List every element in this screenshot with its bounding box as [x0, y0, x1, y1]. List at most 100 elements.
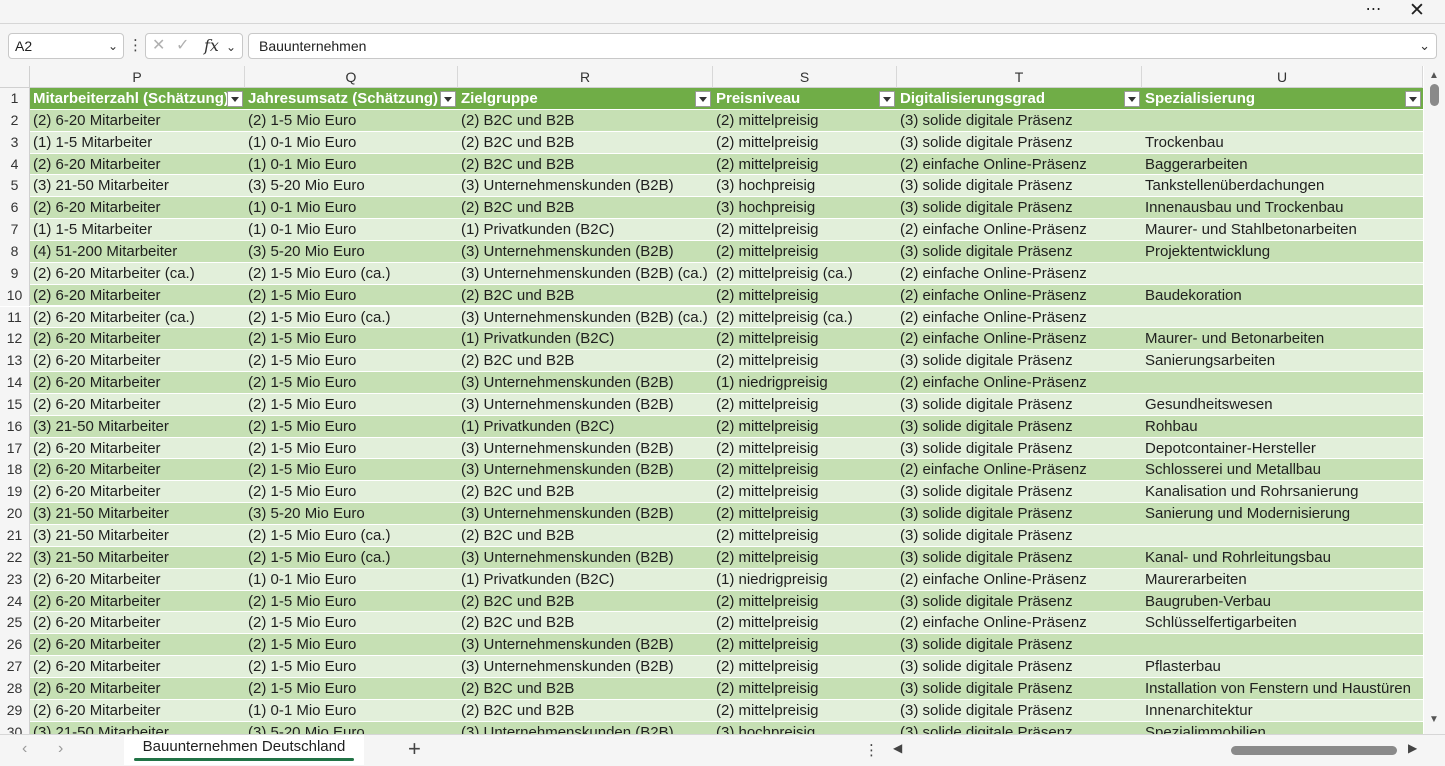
horizontal-scroll-thumb[interactable] — [1231, 746, 1397, 755]
table-cell[interactable]: (2) mittelpreisig — [713, 612, 897, 635]
table-cell[interactable] — [1142, 525, 1423, 547]
table-cell[interactable]: (2) 1-5 Mio Euro — [245, 350, 458, 373]
table-cell[interactable]: Spezialimmobilien — [1142, 721, 1423, 734]
table-cell[interactable]: (2) B2C und B2B — [458, 481, 713, 504]
table-cell[interactable]: (3) 5-20 Mio Euro — [245, 175, 458, 198]
table-cell[interactable]: (2) 6-20 Mitarbeiter — [30, 284, 245, 307]
table-header-cell[interactable]: Mitarbeiterzahl (Schätzung) — [30, 88, 245, 110]
table-cell[interactable]: (3) 21-50 Mitarbeiter — [30, 175, 245, 198]
row-number[interactable]: 19 — [0, 481, 30, 504]
table-cell[interactable]: (3) Unternehmenskunden (B2B) — [458, 721, 713, 734]
table-cell[interactable]: (2) B2C und B2B — [458, 131, 713, 154]
table-cell[interactable] — [1142, 634, 1423, 657]
table-cell[interactable]: (3) solide digitale Präsenz — [897, 131, 1142, 154]
expand-formula-chevron-icon[interactable]: ⌄ — [1419, 34, 1430, 58]
table-cell[interactable]: (2) 6-20 Mitarbeiter — [30, 153, 245, 176]
table-cell[interactable]: (2) mittelpreisig — [713, 481, 897, 504]
table-cell[interactable]: (2) mittelpreisig — [713, 153, 897, 176]
table-cell[interactable]: (2) mittelpreisig (ca.) — [713, 306, 897, 329]
table-cell[interactable]: (2) B2C und B2B — [458, 612, 713, 635]
table-cell[interactable]: (1) Privatkunden (B2C) — [458, 415, 713, 438]
table-cell[interactable]: Gesundheitswesen — [1142, 393, 1423, 416]
table-cell[interactable]: (3) Unternehmenskunden (B2B) — [458, 656, 713, 678]
table-cell[interactable]: (2) 6-20 Mitarbeiter — [30, 459, 245, 482]
insert-function-icon[interactable]: fx — [204, 36, 219, 56]
table-cell[interactable]: (2) mittelpreisig — [713, 131, 897, 154]
table-cell[interactable]: (3) solide digitale Präsenz — [897, 437, 1142, 460]
table-cell[interactable] — [1142, 372, 1423, 394]
table-cell[interactable]: (3) Unternehmenskunden (B2B) (ca.) — [458, 262, 713, 285]
table-cell[interactable]: (2) 1-5 Mio Euro — [245, 481, 458, 504]
table-cell[interactable]: (2) B2C und B2B — [458, 677, 713, 700]
table-cell[interactable]: (2) mittelpreisig — [713, 459, 897, 482]
table-cell[interactable]: (3) solide digitale Präsenz — [897, 721, 1142, 734]
table-cell[interactable]: (2) 6-20 Mitarbeiter — [30, 568, 245, 591]
cancel-entry-icon[interactable]: ✕ — [152, 36, 165, 56]
table-cell[interactable]: Rohbau — [1142, 415, 1423, 438]
table-cell[interactable]: (2) 1-5 Mio Euro — [245, 459, 458, 482]
table-cell[interactable]: (2) einfache Online-Präsenz — [897, 153, 1142, 176]
table-cell[interactable]: (3) Unternehmenskunden (B2B) — [458, 437, 713, 460]
table-cell[interactable]: (1) 1-5 Mitarbeiter — [30, 131, 245, 154]
table-cell[interactable]: (3) Unternehmenskunden (B2B) — [458, 393, 713, 416]
table-cell[interactable]: Maurerarbeiten — [1142, 568, 1423, 591]
table-cell[interactable]: (2) 1-5 Mio Euro — [245, 590, 458, 613]
table-cell[interactable]: (2) 6-20 Mitarbeiter — [30, 481, 245, 504]
table-cell[interactable]: (2) einfache Online-Präsenz — [897, 372, 1142, 394]
table-cell[interactable]: (3) solide digitale Präsenz — [897, 503, 1142, 525]
table-cell[interactable]: (2) mittelpreisig (ca.) — [713, 262, 897, 285]
table-cell[interactable] — [1142, 109, 1423, 132]
table-cell[interactable]: (2) einfache Online-Präsenz — [897, 262, 1142, 285]
table-cell[interactable]: (2) 1-5 Mio Euro — [245, 393, 458, 416]
table-cell[interactable]: Tankstellenüberdachungen — [1142, 175, 1423, 198]
scroll-up-icon[interactable]: ▲ — [1429, 70, 1439, 81]
table-cell[interactable]: (2) mittelpreisig — [713, 219, 897, 241]
table-cell[interactable]: (3) solide digitale Präsenz — [897, 525, 1142, 547]
table-cell[interactable]: Installation von Fenstern und Haustüren — [1142, 677, 1423, 700]
table-cell[interactable]: (2) mittelpreisig — [713, 590, 897, 613]
table-header-cell[interactable]: Preisniveau — [713, 88, 897, 110]
column-header-p[interactable]: P — [30, 66, 245, 88]
table-cell[interactable]: (2) mittelpreisig — [713, 437, 897, 460]
filter-dropdown-icon[interactable] — [1405, 91, 1421, 107]
sheet-tab-active[interactable]: Bauunternehmen Deutschland — [124, 735, 364, 765]
table-cell[interactable]: (2) 1-5 Mio Euro — [245, 284, 458, 307]
table-cell[interactable]: (3) solide digitale Präsenz — [897, 481, 1142, 504]
table-cell[interactable]: (2) mittelpreisig — [713, 656, 897, 678]
table-cell[interactable]: (3) solide digitale Präsenz — [897, 109, 1142, 132]
next-sheet-icon[interactable]: › — [58, 740, 63, 758]
row-number[interactable]: 18 — [0, 459, 30, 482]
table-cell[interactable]: Innenausbau und Trockenbau — [1142, 197, 1423, 220]
row-number[interactable]: 13 — [0, 350, 30, 373]
row-number[interactable]: 17 — [0, 437, 30, 460]
table-cell[interactable]: (2) B2C und B2B — [458, 109, 713, 132]
row-number[interactable]: 2 — [0, 109, 30, 132]
table-cell[interactable]: (3) solide digitale Präsenz — [897, 634, 1142, 657]
table-cell[interactable]: (2) mittelpreisig — [713, 503, 897, 525]
table-cell[interactable]: (2) mittelpreisig — [713, 350, 897, 373]
table-cell[interactable]: (3) solide digitale Präsenz — [897, 197, 1142, 220]
table-cell[interactable]: (2) einfache Online-Präsenz — [897, 219, 1142, 241]
scroll-right-icon[interactable]: ▶ — [1408, 741, 1417, 755]
table-cell[interactable]: (2) 1-5 Mio Euro — [245, 634, 458, 657]
column-header-r[interactable]: R — [458, 66, 713, 88]
table-cell[interactable]: (2) mittelpreisig — [713, 284, 897, 307]
table-cell[interactable]: (2) 1-5 Mio Euro (ca.) — [245, 525, 458, 547]
row-number[interactable]: 23 — [0, 568, 30, 591]
table-cell[interactable]: (2) 6-20 Mitarbeiter — [30, 699, 245, 722]
column-header-s[interactable]: S — [713, 66, 897, 88]
table-cell[interactable]: Sanierungsarbeiten — [1142, 350, 1423, 373]
table-cell[interactable]: (3) 5-20 Mio Euro — [245, 503, 458, 525]
row-number[interactable]: 15 — [0, 393, 30, 416]
table-cell[interactable]: (1) 0-1 Mio Euro — [245, 131, 458, 154]
table-cell[interactable]: Trockenbau — [1142, 131, 1423, 154]
table-cell[interactable]: (2) 1-5 Mio Euro — [245, 612, 458, 635]
row-number[interactable]: 3 — [0, 131, 30, 154]
table-cell[interactable]: (1) 0-1 Mio Euro — [245, 219, 458, 241]
table-cell[interactable]: (3) Unternehmenskunden (B2B) — [458, 372, 713, 394]
row-number[interactable]: 9 — [0, 262, 30, 285]
table-cell[interactable]: (3) 21-50 Mitarbeiter — [30, 546, 245, 569]
table-cell[interactable]: Depotcontainer-Hersteller — [1142, 437, 1423, 460]
vertical-scroll-thumb[interactable] — [1430, 84, 1439, 106]
vertical-scrollbar[interactable]: ▲ ▼ — [1424, 66, 1445, 734]
